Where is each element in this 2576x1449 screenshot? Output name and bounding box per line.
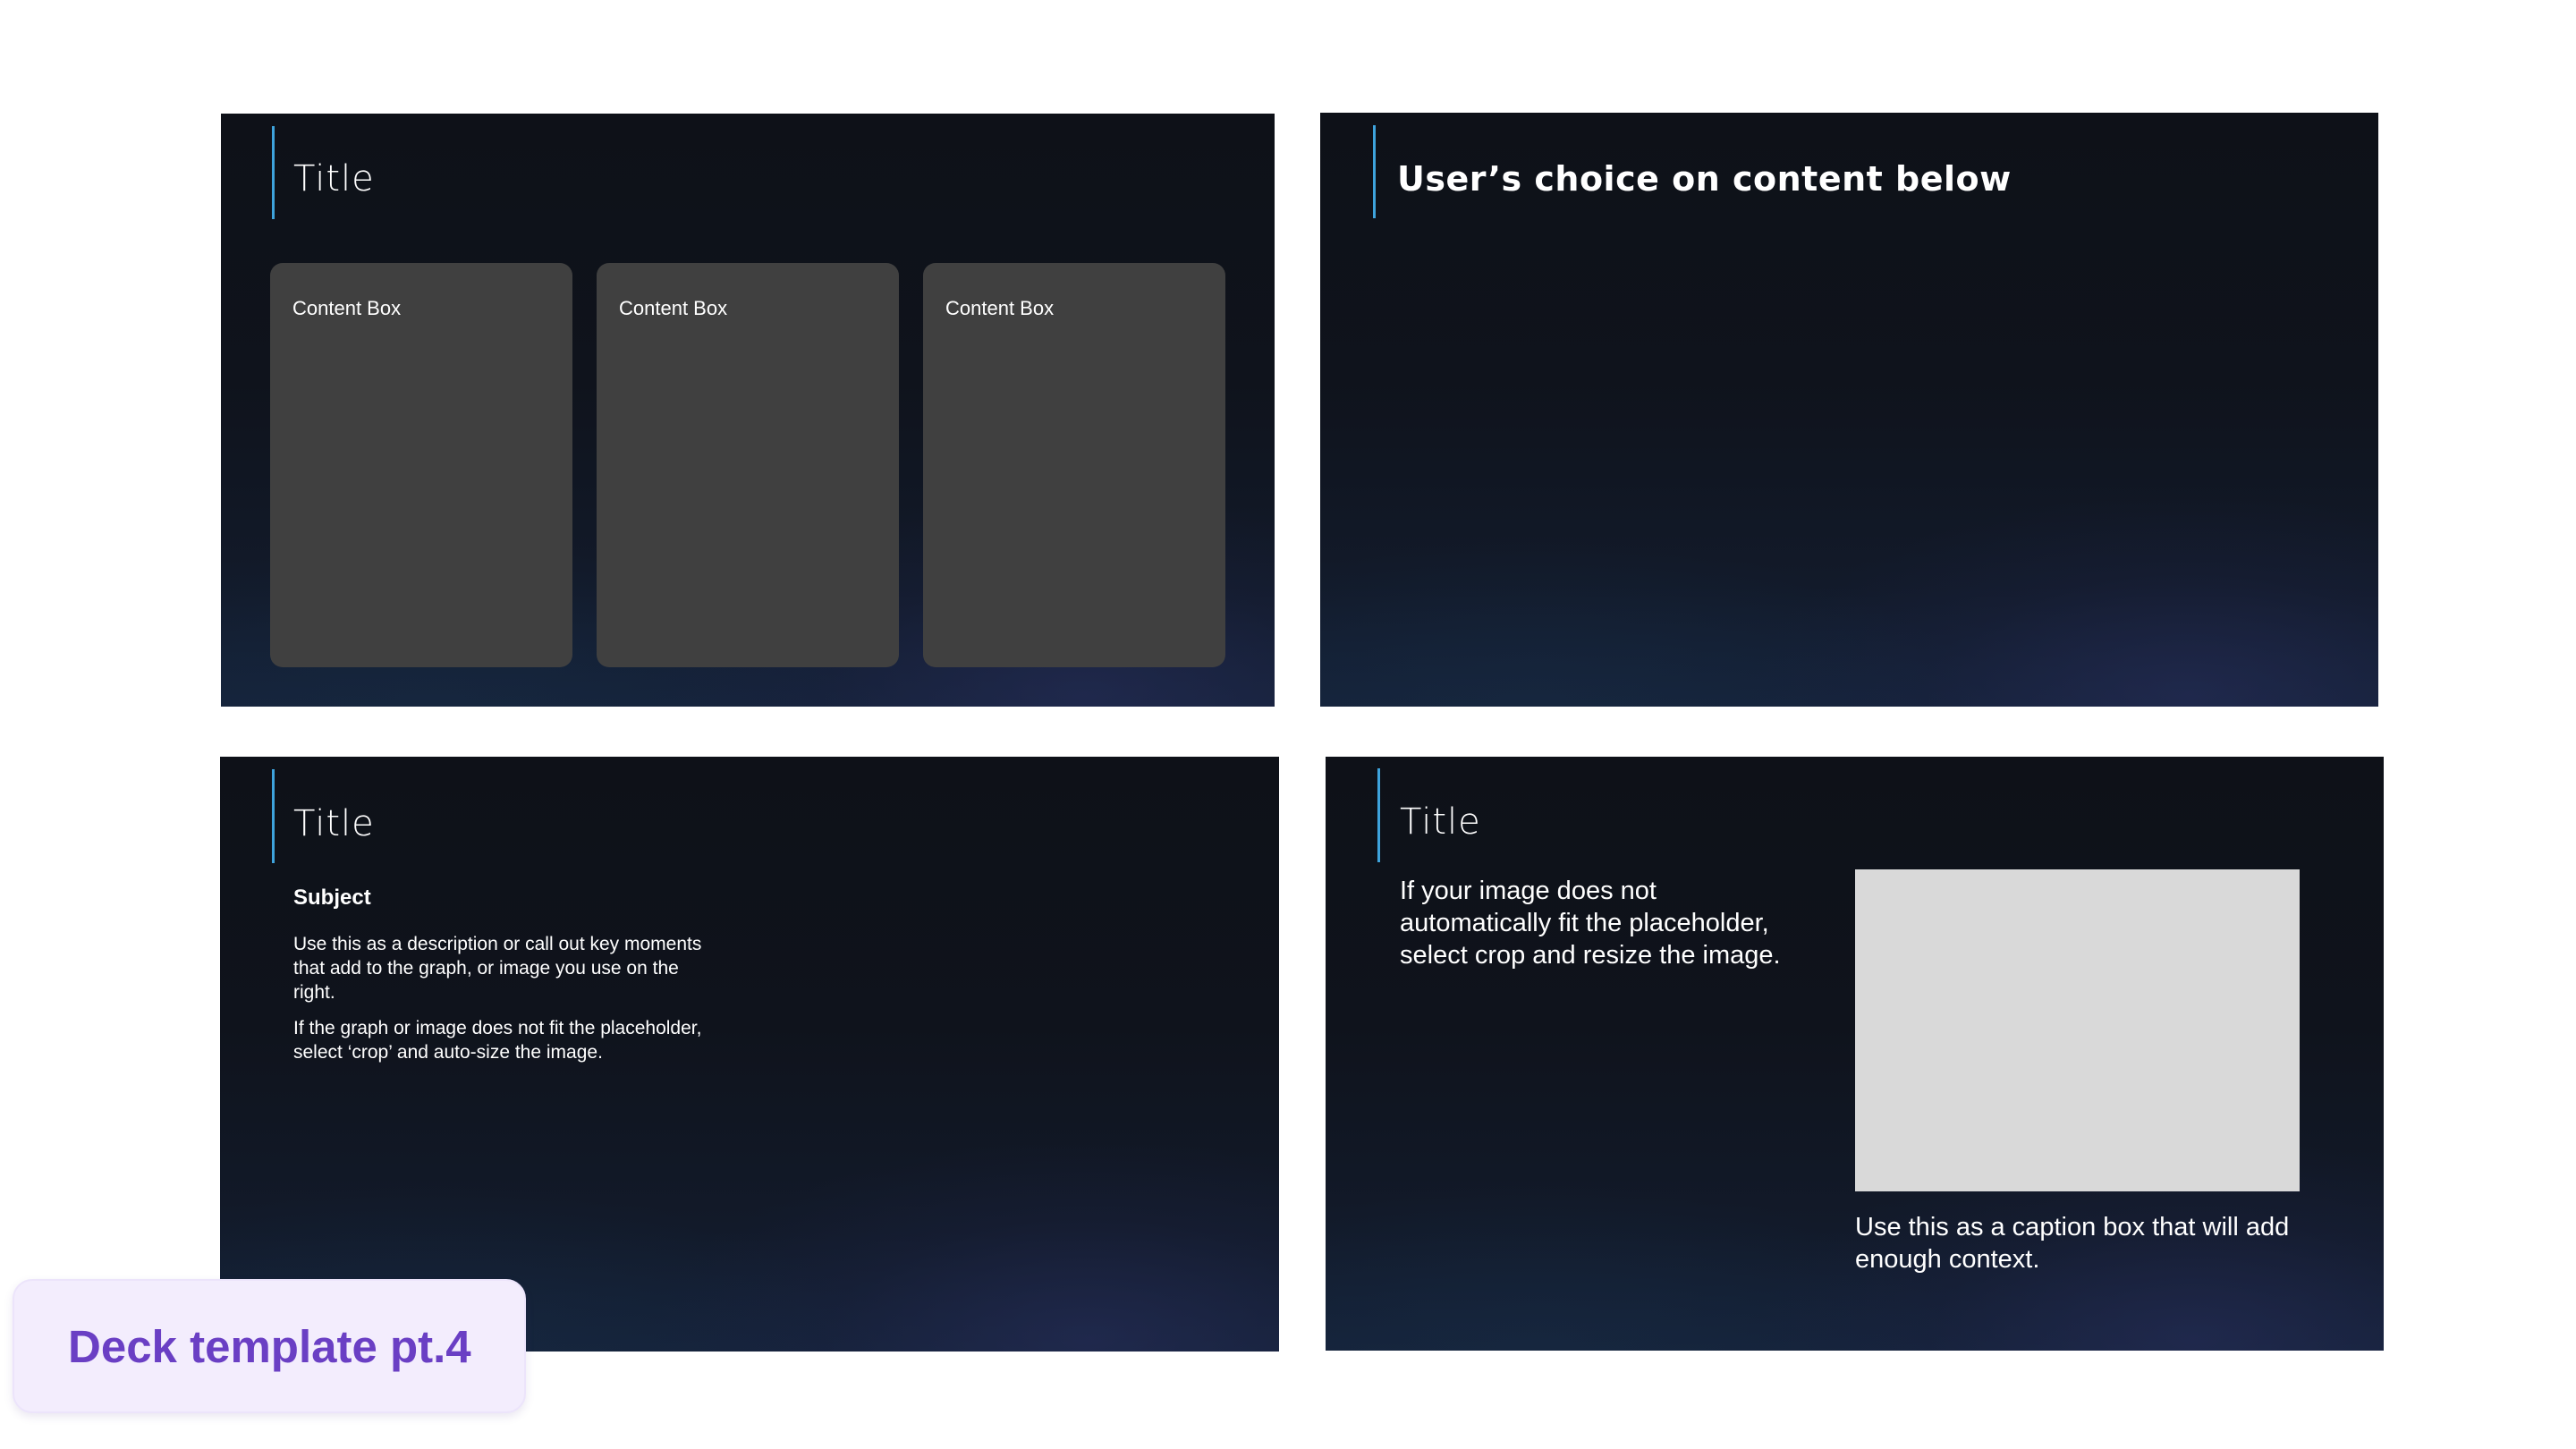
title-accent-rule xyxy=(1377,768,1380,862)
title-accent-rule xyxy=(272,769,275,863)
slide-image-caption[interactable]: Title If your image does not automatical… xyxy=(1326,757,2384,1351)
slide-subject[interactable]: Subject xyxy=(293,886,371,911)
body-text[interactable]: If your image does not automatically fit… xyxy=(1400,875,1811,971)
title-accent-rule xyxy=(1373,125,1376,218)
slide-title[interactable]: Title xyxy=(1400,801,1481,843)
content-box[interactable]: Content Box xyxy=(923,263,1225,667)
description-paragraph[interactable]: If the graph or image does not fit the p… xyxy=(293,1016,705,1064)
title-accent-rule xyxy=(272,126,275,219)
slide-title[interactable]: Title xyxy=(293,158,375,199)
slide-three-content-boxes[interactable]: Title Content Box Content Box Content Bo… xyxy=(221,114,1275,707)
image-caption[interactable]: Use this as a caption box that will add … xyxy=(1855,1211,2302,1275)
slide-title[interactable]: User’s choice on content below xyxy=(1397,159,2012,199)
image-placeholder[interactable] xyxy=(1855,869,2300,1191)
deck-label-text: Deck template pt.4 xyxy=(68,1321,471,1372)
description-paragraph[interactable]: Use this as a description or call out ke… xyxy=(293,932,705,1004)
canvas: Title Content Box Content Box Content Bo… xyxy=(0,0,2576,1449)
content-box[interactable]: Content Box xyxy=(597,263,899,667)
content-box-label: Content Box xyxy=(292,297,402,319)
slide-users-choice[interactable]: User’s choice on content below xyxy=(1320,113,2378,707)
slide-title[interactable]: Title xyxy=(293,803,375,844)
deck-label: Deck template pt.4 xyxy=(13,1279,526,1413)
slide-subject-description[interactable]: Title Subject Use this as a description … xyxy=(220,757,1279,1352)
content-box[interactable]: Content Box xyxy=(270,263,572,667)
content-box-label: Content Box xyxy=(945,297,1055,319)
content-box-label: Content Box xyxy=(619,297,728,319)
